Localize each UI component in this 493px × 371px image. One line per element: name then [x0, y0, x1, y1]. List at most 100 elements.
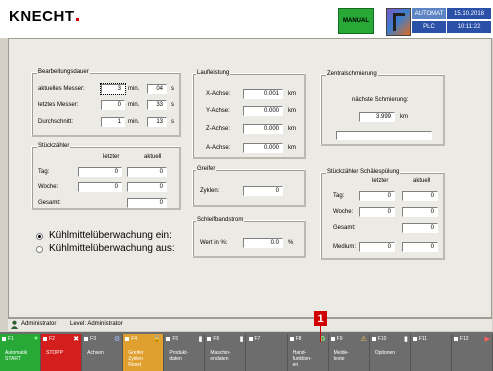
fkey-label: Achsen	[87, 350, 104, 356]
fkey-f6[interactable]: F6 ▮ Maschin- endaten	[205, 334, 247, 371]
woche-letzter-field[interactable]: 0	[78, 182, 122, 192]
time-display: 10:11:22	[447, 21, 491, 33]
knecht-logo: KNECHT	[9, 8, 79, 25]
gesamt-field[interactable]: 0	[127, 198, 167, 208]
robot-icon	[386, 8, 411, 36]
a-achse-field[interactable]: 0.000	[243, 143, 283, 153]
fkey-number: F11	[418, 336, 428, 342]
user-name: Administrator	[21, 321, 57, 327]
key-indicator-icon	[248, 337, 253, 341]
fkey-f7[interactable]: F7	[246, 334, 288, 371]
schaelespuelung-title: Stückzähler Schälespülung	[326, 169, 401, 175]
fkey-f3[interactable]: F3 ⚙ Achsen	[82, 334, 124, 371]
callout-marker: 1	[314, 311, 327, 326]
gesamt-label: Gesamt:	[38, 200, 61, 206]
fkey-function-icon: ▶	[484, 336, 490, 343]
fkey-label: STOPP	[46, 350, 63, 356]
tag-label: Tag:	[38, 169, 50, 175]
key-indicator-icon	[207, 337, 212, 341]
durchschnitt-label: Durchschnitt:	[38, 119, 74, 125]
zentralschmierung-title: Zentralschmierung	[326, 71, 378, 77]
col-aktuell: aktuell	[413, 178, 431, 184]
a-achse-label: A-Achse:	[206, 145, 231, 151]
coolant-off-radio[interactable]	[36, 246, 43, 253]
laufleistung-title: Laufleistung	[196, 70, 231, 76]
percent-unit: %	[288, 240, 294, 246]
schmierung-progress-bar	[336, 131, 432, 140]
zyklen-field[interactable]: 0	[243, 186, 283, 196]
medium-letzter-field[interactable]: 0	[359, 242, 395, 252]
key-indicator-icon	[2, 337, 6, 341]
fkey-function-icon: ⚙	[113, 336, 121, 343]
aktuelles-messer-min-field[interactable]: 3	[100, 83, 126, 95]
key-indicator-icon	[330, 337, 335, 341]
schaele-tag-letzter-field[interactable]: 0	[359, 191, 395, 201]
manual-mode-button[interactable]: MANUAL	[338, 8, 374, 34]
aktuelles-messer-label: aktuelles Messer:	[38, 86, 85, 92]
key-indicator-icon	[289, 337, 294, 341]
fkey-f2[interactable]: F2 ✖ STOPP	[41, 334, 83, 371]
aktuelles-messer-sec-field[interactable]: 04	[147, 84, 167, 94]
letztes-messer-label: letztes Messer:	[38, 102, 79, 108]
fkey-function-icon: ▮	[198, 336, 203, 343]
callout-line	[320, 326, 321, 342]
fkey-f1[interactable]: F1 ● Automatik START	[0, 334, 42, 371]
fkey-f5[interactable]: F5 ▮ Produkt- daten	[164, 334, 206, 371]
letztes-messer-sec-field[interactable]: 33	[147, 100, 167, 110]
z-achse-label: Z-Achse:	[206, 126, 231, 132]
medium-label: Medium:	[333, 244, 357, 250]
naechste-schmierung-field[interactable]: 3.999	[359, 112, 395, 122]
fkey-number: F9	[336, 336, 343, 342]
min-unit: min.	[128, 86, 140, 92]
schaele-gesamt-field[interactable]: 0	[402, 223, 438, 233]
km-unit: km	[288, 108, 296, 114]
durchschnitt-sec-field[interactable]: 13	[147, 117, 167, 127]
schaele-tag-aktuell-field[interactable]: 0	[402, 191, 438, 201]
y-achse-field[interactable]: 0.000	[243, 106, 283, 116]
fkey-f10[interactable]: F10 ▮ Optionen	[369, 334, 411, 371]
key-indicator-icon	[166, 337, 171, 341]
min-unit: min.	[128, 119, 140, 125]
date-display: 15.10.2018	[447, 8, 491, 19]
plc-status: PLC	[412, 21, 446, 33]
x-achse-field[interactable]: 0.001	[243, 89, 283, 99]
fkey-number: F5	[172, 336, 179, 342]
km-unit: km	[288, 126, 296, 132]
key-indicator-icon	[125, 337, 130, 341]
bearbeitungsdauer-title: Bearbeitungsdauer	[37, 69, 90, 75]
schaele-woche-aktuell-field[interactable]: 0	[402, 207, 438, 217]
col-aktuell: aktuell	[144, 154, 162, 160]
fkey-f9[interactable]: F9 ⚠ Melde- texte	[328, 334, 370, 371]
fkey-number: F10	[377, 336, 387, 342]
km-unit: km	[400, 114, 408, 120]
fkey-function-icon: ●	[33, 335, 39, 342]
zyklen-label: Zyklen:	[200, 188, 220, 194]
fkey-function-icon: ▮	[403, 336, 408, 343]
schaele-woche-letzter-field[interactable]: 0	[359, 207, 395, 217]
coolant-on-radio[interactable]	[36, 233, 43, 240]
key-indicator-icon	[453, 337, 458, 341]
km-unit: km	[288, 91, 296, 97]
tag-letzter-field[interactable]: 0	[78, 167, 122, 177]
tag-aktuell-field[interactable]: 0	[127, 167, 167, 177]
wert-field[interactable]: 0.0	[243, 238, 283, 248]
letztes-messer-min-field[interactable]: 0	[101, 100, 125, 110]
key-indicator-icon	[84, 337, 89, 341]
fkey-f4[interactable]: F4 🔒 Greifer Zyklen Reset	[123, 334, 165, 371]
fkey-number: F6	[213, 336, 220, 342]
z-achse-field[interactable]: 0.000	[243, 124, 283, 134]
fkey-f11[interactable]: F11	[410, 334, 452, 371]
woche-aktuell-field[interactable]: 0	[127, 182, 167, 192]
fkey-number: F7	[254, 336, 261, 342]
user-level: Level: Administrator	[70, 321, 123, 327]
fkey-f12[interactable]: F12 ▶	[451, 334, 493, 371]
sec-unit: s	[171, 119, 174, 125]
col-letzter: letzter	[103, 154, 120, 160]
fkey-f8[interactable]: F8 ♻ Hand- funktion- en	[287, 334, 329, 371]
key-indicator-icon	[371, 337, 376, 341]
medium-aktuell-field[interactable]: 0	[402, 242, 438, 252]
durchschnitt-min-field[interactable]: 1	[101, 117, 125, 127]
fkey-function-icon: ▮	[239, 336, 244, 343]
min-unit: min.	[128, 102, 140, 108]
stueckzaehler-title: Stückzähler	[37, 143, 71, 149]
